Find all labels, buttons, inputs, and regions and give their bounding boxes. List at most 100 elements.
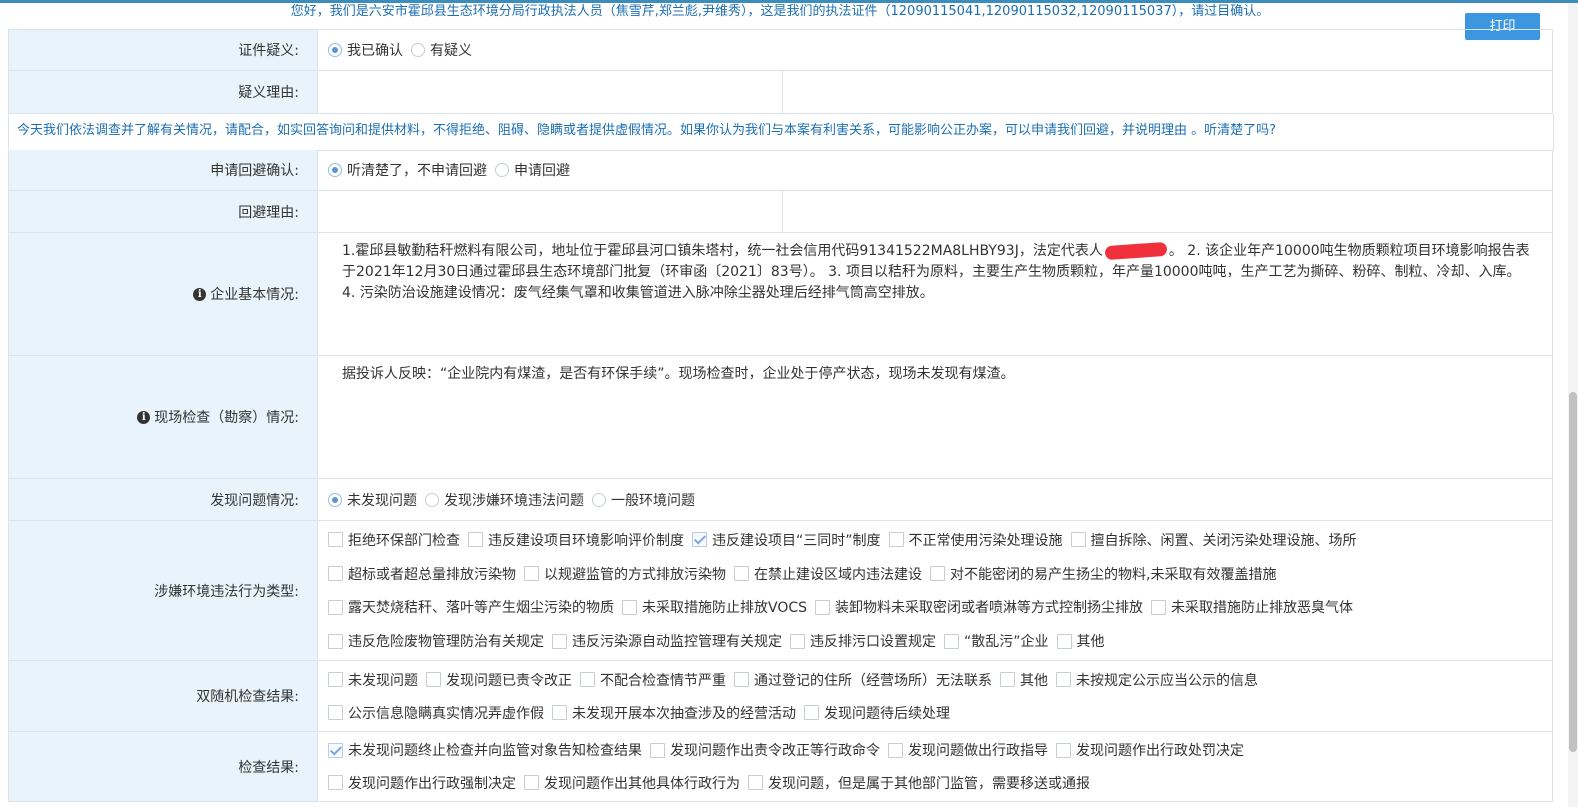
- avoid-reason-input[interactable]: [318, 191, 1552, 232]
- result-checkbox-option[interactable]: 发现问题作出行政强制决定: [328, 773, 516, 793]
- checkbox-icon[interactable]: [328, 705, 343, 720]
- enterprise-textarea[interactable]: 1.霍邱县敏勤秸秆燃料有限公司，地址位于霍邱县河口镇朱塔村，统一社会信用代码91…: [318, 233, 1552, 355]
- checkbox-icon[interactable]: [888, 532, 904, 548]
- problem-label: 发现问题情况:: [9, 479, 318, 520]
- checkbox-icon[interactable]: [328, 566, 343, 582]
- checkbox-label: 未发现开展本次抽查涉及的经营活动: [572, 705, 796, 722]
- scrollbar-thumb[interactable]: [1569, 392, 1577, 752]
- result-checkbox-option[interactable]: 未发现问题终止检查并向监管对象告知检查结果: [328, 740, 642, 760]
- checkbox-icon[interactable]: [328, 633, 343, 649]
- violation-checkbox-option[interactable]: 在禁止建设区域内违法建设: [734, 564, 922, 584]
- violation-checkbox-option[interactable]: 未采取措施防止排放VOCS: [622, 597, 807, 617]
- inspection-label: i 现场检查（勘察）情况:: [9, 356, 318, 478]
- violation-checkbox-option[interactable]: 擅自拆除、闲置、关闭污染处理设施、场所: [1070, 530, 1357, 550]
- checkbox-checked-icon[interactable]: [692, 532, 707, 548]
- checkbox-icon[interactable]: [815, 599, 831, 615]
- result-checkbox-option[interactable]: 发现问题作出行政处罚决定: [1056, 740, 1244, 760]
- checkbox-icon[interactable]: [944, 633, 959, 649]
- checkbox-icon[interactable]: [1056, 672, 1071, 687]
- violation-checkbox-option[interactable]: 装卸物料未采取密闭或者喷淋等方式控制扬尘排放: [815, 597, 1143, 617]
- doubt-reason-input[interactable]: [318, 71, 1552, 113]
- checkbox-icon[interactable]: [888, 742, 903, 758]
- random-checkbox-option[interactable]: 发现问题待后续处理: [804, 703, 950, 723]
- checkbox-icon[interactable]: [650, 742, 665, 758]
- radio-icon[interactable]: [495, 163, 509, 177]
- checkbox-label: 发现问题已责令改正: [446, 672, 572, 689]
- random-checkbox-option[interactable]: 未发现问题: [328, 670, 418, 690]
- radio-icon[interactable]: [425, 492, 439, 507]
- checkbox-icon[interactable]: [1056, 742, 1071, 758]
- violation-checkbox-option[interactable]: 超标或者超总量排放污染物: [328, 564, 516, 584]
- checkbox-icon[interactable]: [426, 672, 441, 687]
- checkbox-checked-icon[interactable]: [328, 742, 343, 758]
- violation-checkbox-option[interactable]: 拒绝环保部门检查: [328, 530, 460, 550]
- violation-checkbox-option[interactable]: 违反建设项目环境影响评价制度: [468, 530, 684, 550]
- checkbox-icon[interactable]: [1056, 633, 1072, 649]
- result-checkbox-line: 发现问题作出行政强制决定 发现问题作出其他具体行政行为 发现问题，但是属于其他部门监…: [328, 767, 1252, 800]
- inspection-textarea[interactable]: 据投诉人反映：“企业院内有煤渣，是否有环保手续”。现场检查时，企业处于停产状态，…: [318, 356, 1552, 478]
- radio-cert-doubt[interactable]: 有疑义: [411, 40, 472, 60]
- checkbox-label: 以规避监管的方式排放污染物: [544, 566, 726, 583]
- checkbox-icon[interactable]: [524, 566, 539, 582]
- checkbox-icon[interactable]: [552, 705, 567, 720]
- radio-icon[interactable]: [592, 492, 606, 507]
- radio-checked-icon[interactable]: [328, 43, 342, 57]
- checkbox-icon[interactable]: [580, 672, 595, 687]
- result-checkbox-line: 未发现问题终止检查并向监管对象告知检查结果 发现问题作出责令改正等行政命令 发现问题…: [328, 734, 1252, 767]
- checkbox-label: 发现问题作出行政处罚决定: [1076, 743, 1244, 760]
- violation-checkbox-option[interactable]: “散乱污”企业: [944, 631, 1049, 651]
- violation-checkbox-option[interactable]: 对不能密闭的易产生扬尘的物料,未采取有效覆盖措施: [930, 564, 1276, 584]
- violation-checkbox-option[interactable]: 露天焚烧秸秆、落叶等产生烟尘污染的物质: [328, 597, 614, 617]
- radio-checked-icon[interactable]: [328, 163, 342, 177]
- checkbox-label: 对不能密闭的易产生扬尘的物料,未采取有效覆盖措施: [950, 566, 1277, 583]
- random-checkbox-option[interactable]: 公示信息隐瞒真实情况弄虚作假: [328, 703, 544, 723]
- violation-checkbox-option[interactable]: 违反建设项目“三同时”制度: [692, 530, 881, 550]
- checkbox-icon[interactable]: [930, 566, 945, 582]
- result-checkbox-option[interactable]: 发现问题作出责令改正等行政命令: [650, 740, 880, 760]
- checkbox-icon[interactable]: [468, 532, 483, 548]
- violation-checkbox-line: 露天焚烧秸秆、落叶等产生烟尘污染的物质 未采取措施防止排放VOCS 装卸物料未采取密…: [328, 591, 1365, 625]
- checkbox-icon[interactable]: [524, 775, 539, 791]
- radio-checked-icon[interactable]: [328, 492, 342, 507]
- checkbox-icon[interactable]: [622, 599, 637, 615]
- checkbox-icon[interactable]: [804, 705, 819, 720]
- random-checkbox-option[interactable]: 未发现开展本次抽查涉及的经营活动: [552, 703, 796, 723]
- radio-no-problem[interactable]: 未发现问题: [328, 490, 417, 510]
- result-checkbox-option[interactable]: 发现问题，但是属于其他部门监管，需要移送或通报: [748, 773, 1090, 793]
- checkbox-icon[interactable]: [1000, 672, 1015, 687]
- radio-violation-problem[interactable]: 发现涉嫌环境违法问题: [425, 490, 584, 510]
- violation-checkbox-option[interactable]: 不正常使用污染处理设施: [888, 530, 1063, 550]
- checkbox-icon[interactable]: [328, 775, 343, 791]
- checkbox-label: 违反污染源自动监控管理有关规定: [572, 634, 782, 651]
- checkbox-icon[interactable]: [328, 672, 343, 687]
- violation-checkbox-option[interactable]: 其他: [1056, 631, 1105, 651]
- random-checkbox-option[interactable]: 发现问题已责令改正: [426, 670, 572, 690]
- checkbox-icon[interactable]: [748, 775, 763, 791]
- checkbox-icon[interactable]: [734, 566, 749, 582]
- checkbox-icon[interactable]: [734, 672, 749, 687]
- row-problem: 发现问题情况: 未发现问题 发现涉嫌环境违法问题 一般环境问题: [8, 479, 1553, 521]
- checkbox-icon[interactable]: [1151, 599, 1167, 615]
- result-checkbox-option[interactable]: 发现问题做出行政指导: [888, 740, 1048, 760]
- radio-icon[interactable]: [411, 43, 425, 57]
- violation-checkbox-option[interactable]: 违反危险废物管理防治有关规定: [328, 631, 544, 651]
- violation-checkbox-option[interactable]: 未采取措施防止排放恶臭气体: [1151, 597, 1353, 617]
- checkbox-icon[interactable]: [552, 633, 567, 649]
- checkbox-icon[interactable]: [328, 532, 343, 548]
- violation-checkbox-option[interactable]: 以规避监管的方式排放污染物: [524, 564, 726, 584]
- radio-apply-avoidance[interactable]: 申请回避: [495, 160, 570, 180]
- checkbox-icon[interactable]: [1070, 532, 1086, 548]
- violation-checkbox-group: 拒绝环保部门检查 违反建设项目环境影响评价制度 违反建设项目“三同时”制度 不正常使用…: [328, 521, 1365, 660]
- random-checkbox-option[interactable]: 通过登记的住所（经营场所）无法联系: [734, 670, 992, 690]
- radio-general-problem[interactable]: 一般环境问题: [592, 490, 695, 510]
- random-checkbox-option[interactable]: 其他: [1000, 670, 1048, 690]
- random-checkbox-option[interactable]: 不配合检查情节严重: [580, 670, 726, 690]
- radio-no-avoidance[interactable]: 听清楚了，不申请回避: [328, 160, 487, 180]
- checkbox-icon[interactable]: [790, 633, 805, 649]
- random-checkbox-option[interactable]: 未按规定公示应当公示的信息: [1056, 670, 1258, 690]
- result-checkbox-option[interactable]: 发现问题作出其他具体行政行为: [524, 773, 740, 793]
- radio-cert-confirmed[interactable]: 我已确认: [328, 40, 403, 60]
- checkbox-icon[interactable]: [328, 599, 343, 615]
- violation-checkbox-option[interactable]: 违反污染源自动监控管理有关规定: [552, 631, 782, 651]
- violation-checkbox-option[interactable]: 违反排污口设置规定: [790, 631, 936, 651]
